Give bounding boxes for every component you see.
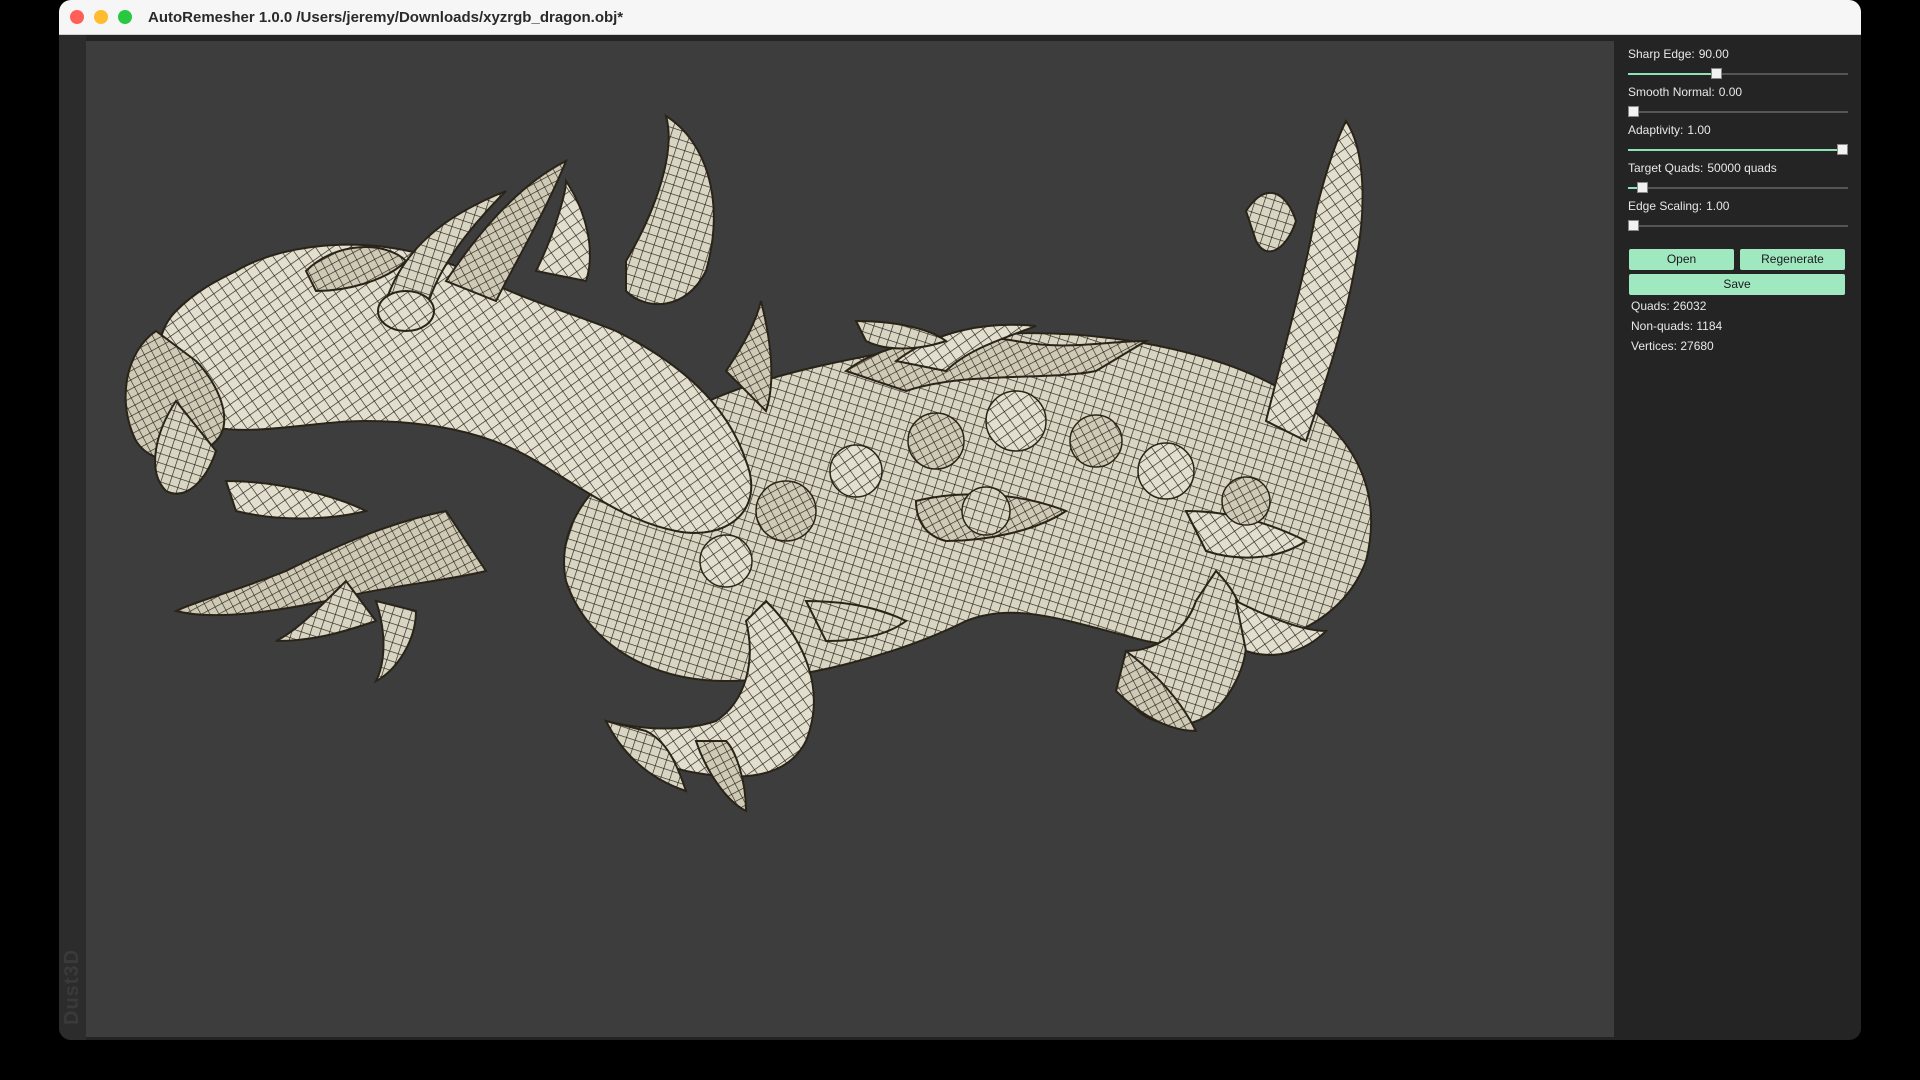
close-window-button[interactable] bbox=[70, 10, 84, 24]
edge-scaling-label: Edge Scaling: 1.00 bbox=[1628, 199, 1730, 213]
target-quads-slider[interactable] bbox=[1628, 182, 1848, 194]
param-sharp-edge: Sharp Edge: 90.00 bbox=[1628, 47, 1850, 80]
zoom-window-button[interactable] bbox=[118, 10, 132, 24]
adaptivity-label: Adaptivity: 1.00 bbox=[1628, 123, 1711, 137]
adaptivity-slider[interactable] bbox=[1628, 144, 1848, 156]
regenerate-button[interactable]: Regenerate bbox=[1740, 249, 1845, 270]
app-window: AutoRemesher 1.0.0 /Users/jeremy/Downloa… bbox=[59, 0, 1861, 1040]
dragon-mesh-render[interactable] bbox=[86, 41, 1614, 1037]
sharp-edge-slider[interactable] bbox=[1628, 68, 1848, 80]
minimize-window-button[interactable] bbox=[94, 10, 108, 24]
smooth-normal-slider[interactable] bbox=[1628, 106, 1848, 118]
param-adaptivity: Adaptivity: 1.00 bbox=[1628, 123, 1850, 156]
dust3d-watermark: Dust3D bbox=[61, 948, 83, 1025]
dragon-model[interactable] bbox=[124, 113, 1373, 813]
sharp-edge-slider-handle[interactable] bbox=[1711, 68, 1722, 79]
quads-count: Quads: 26032 bbox=[1631, 299, 1707, 313]
3d-viewport[interactable] bbox=[86, 41, 1614, 1037]
window-title: AutoRemesher 1.0.0 /Users/jeremy/Downloa… bbox=[148, 9, 624, 26]
param-smooth-normal: Smooth Normal: 0.00 bbox=[1628, 85, 1850, 118]
target-quads-label: Target Quads: 50000 quads bbox=[1628, 161, 1777, 175]
settings-panel: Sharp Edge: 90.00 Smooth Normal: 0.00 Adap… bbox=[1620, 41, 1861, 1037]
vertices-count: Vertices: 27680 bbox=[1631, 339, 1714, 353]
param-target-quads: Target Quads: 50000 quads bbox=[1628, 161, 1850, 194]
edge-scaling-slider[interactable] bbox=[1628, 220, 1848, 232]
left-sidebar-strip: Dust3D bbox=[59, 35, 86, 1040]
edge-scaling-slider-handle[interactable] bbox=[1628, 220, 1639, 231]
sharp-edge-label: Sharp Edge: 90.00 bbox=[1628, 47, 1729, 61]
smooth-normal-label: Smooth Normal: 0.00 bbox=[1628, 85, 1743, 99]
adaptivity-slider-handle[interactable] bbox=[1837, 144, 1848, 155]
non-quads-count: Non-quads: 1184 bbox=[1631, 319, 1723, 333]
open-button[interactable]: Open bbox=[1629, 249, 1734, 270]
param-edge-scaling: Edge Scaling: 1.00 bbox=[1628, 199, 1850, 232]
title-bar[interactable]: AutoRemesher 1.0.0 /Users/jeremy/Downloa… bbox=[59, 0, 1861, 35]
smooth-normal-slider-handle[interactable] bbox=[1628, 106, 1639, 117]
save-button[interactable]: Save bbox=[1629, 274, 1845, 295]
target-quads-slider-handle[interactable] bbox=[1637, 182, 1648, 193]
